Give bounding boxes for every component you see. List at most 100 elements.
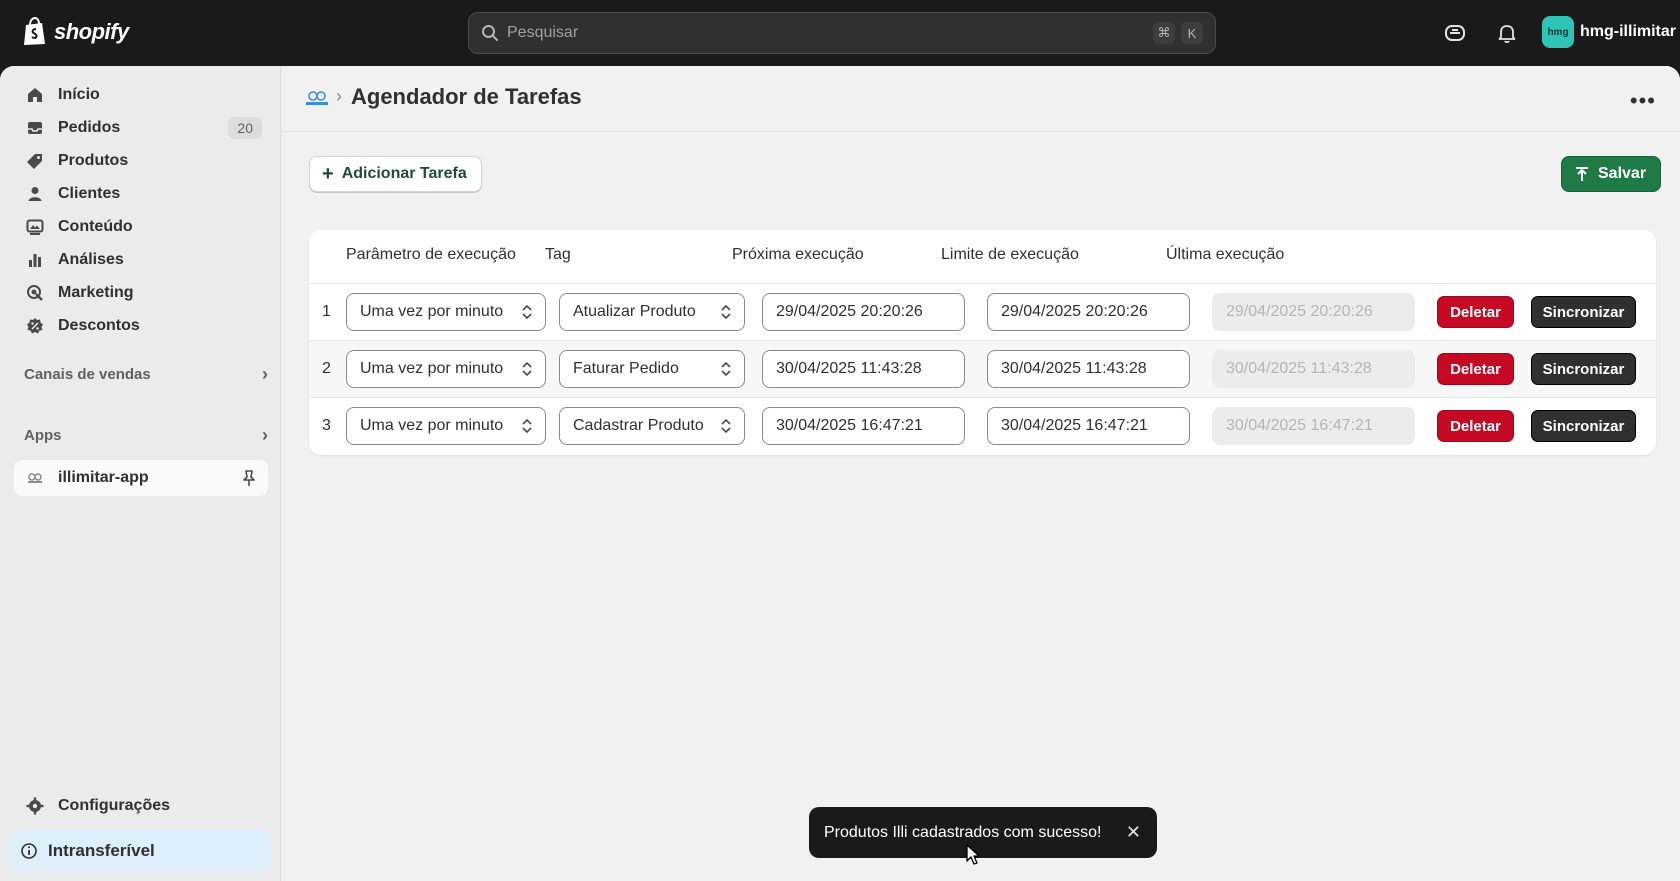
select-arrows-icon	[721, 361, 731, 377]
store-name: hmg-illimitar	[1580, 23, 1677, 40]
sidebar-item-label: Conteúdo	[58, 218, 133, 235]
page-title: Agendador de Tarefas	[351, 84, 582, 109]
tag-select[interactable]: Atualizar Produto	[559, 293, 745, 331]
header-tag: Tag	[545, 246, 571, 263]
bell-icon[interactable]	[1495, 21, 1519, 45]
header-proxima: Próxima execução	[732, 246, 864, 263]
search-input[interactable]	[507, 24, 1147, 42]
apps-label: Apps	[24, 427, 62, 444]
sales-channels-section[interactable]: Canais de vendas ›	[24, 364, 268, 385]
sidebar-item-label: Análises	[58, 251, 124, 268]
info-icon	[21, 843, 37, 859]
toast-message: Produtos Illi cadastrados com sucesso!	[824, 823, 1102, 841]
tag-select[interactable]: Cadastrar Produto	[559, 407, 745, 445]
delete-button[interactable]: Deletar	[1437, 353, 1514, 385]
last-execution-field: 30/04/2025 16:47:21	[1212, 407, 1415, 445]
row-number: 3	[322, 417, 331, 434]
sidebar-item-produtos[interactable]: Produtos	[14, 145, 268, 177]
tag-icon	[27, 154, 42, 169]
home-icon	[28, 88, 42, 102]
intransferivel-label: Intransferível	[48, 841, 155, 860]
sidebar-item-label: Início	[58, 86, 100, 103]
bar-chart-icon	[29, 254, 41, 267]
more-actions-icon[interactable]: •••	[1630, 88, 1656, 114]
illimitar-breadcrumb-icon[interactable]	[304, 88, 330, 108]
param-select[interactable]: Uma vez por minuto	[346, 293, 546, 331]
table-row: 1 Uma vez por minuto Atualizar Produto 2…	[309, 283, 1656, 340]
sidebar-item-inicio[interactable]: Início	[14, 79, 268, 111]
add-task-button[interactable]: + Adicionar Tarefa	[309, 156, 482, 192]
search-bar[interactable]: ⌘ K	[468, 12, 1216, 54]
row-number: 2	[322, 360, 331, 377]
shopify-logo[interactable]: shopify	[22, 17, 129, 47]
limit-execution-field[interactable]: 30/04/2025 11:43:28	[987, 350, 1190, 388]
plus-icon: +	[322, 162, 334, 185]
tag-value: Atualizar Produto	[573, 303, 696, 320]
sidebar-item-conteudo[interactable]: Conteúdo	[14, 211, 268, 243]
header-parametro: Parâmetro de execução	[346, 246, 516, 263]
header-limite: Limite de execução	[941, 246, 1079, 263]
tag-value: Faturar Pedido	[573, 360, 679, 377]
select-arrows-icon	[522, 361, 532, 377]
discount-icon	[27, 318, 43, 334]
sidebar-item-marketing[interactable]: Marketing	[14, 277, 268, 309]
sync-button[interactable]: Sincronizar	[1531, 296, 1636, 328]
success-toast: Produtos Illi cadastrados com sucesso! ✕	[809, 807, 1157, 858]
last-execution-field: 30/04/2025 11:43:28	[1212, 350, 1415, 388]
sidekick-icon[interactable]	[1443, 21, 1467, 45]
next-execution-field[interactable]: 30/04/2025 11:43:28	[762, 350, 965, 388]
select-arrows-icon	[522, 304, 532, 320]
shopify-bag-icon	[24, 17, 45, 45]
close-icon[interactable]: ✕	[1126, 822, 1141, 843]
param-select[interactable]: Uma vez por minuto	[346, 350, 546, 388]
inbox-icon	[28, 122, 42, 134]
sync-button[interactable]: Sincronizar	[1531, 353, 1636, 385]
limit-execution-field[interactable]: 30/04/2025 16:47:21	[987, 407, 1190, 445]
tasks-table: Parâmetro de execução Tag Próxima execuç…	[309, 230, 1656, 455]
delete-button[interactable]: Deletar	[1437, 296, 1514, 328]
main-content: › Agendador de Tarefas ••• + Adicionar T…	[282, 66, 1680, 881]
person-icon	[28, 187, 42, 201]
top-bar: shopify ⌘ K hmg hmg-illimitar	[0, 0, 1680, 66]
save-button[interactable]: Salvar	[1561, 156, 1662, 192]
logo-text: shopify	[54, 19, 129, 44]
sidebar-item-pedidos[interactable]: Pedidos 20	[14, 112, 268, 144]
app-name: illimitar-app	[58, 469, 149, 486]
app-shell: Início Pedidos 20 Produtos Clientes Cont…	[0, 66, 1680, 881]
delete-button[interactable]: Deletar	[1437, 410, 1514, 442]
tag-select[interactable]: Faturar Pedido	[559, 350, 745, 388]
select-arrows-icon	[721, 304, 731, 320]
illimitar-app-icon	[28, 473, 42, 483]
sidebar-item-analises[interactable]: Análises	[14, 244, 268, 276]
breadcrumb-chevron-icon: ›	[336, 86, 342, 106]
select-arrows-icon	[721, 418, 731, 434]
sidebar-item-illimitar-app[interactable]: illimitar-app	[14, 460, 268, 496]
param-value: Uma vez por minuto	[360, 303, 504, 320]
search-icon	[482, 25, 498, 41]
save-label: Salvar	[1598, 165, 1647, 182]
apps-section[interactable]: Apps ›	[24, 425, 268, 446]
sidebar-item-label: Descontos	[58, 317, 140, 334]
save-icon	[1576, 167, 1588, 181]
sidebar-item-label: Clientes	[58, 185, 121, 202]
sync-button[interactable]: Sincronizar	[1531, 410, 1636, 442]
shortcut-k-key: K	[1181, 22, 1203, 44]
intransferivel-banner[interactable]: Intransferível	[10, 830, 271, 872]
limit-execution-field[interactable]: 29/04/2025 20:20:26	[987, 293, 1190, 331]
chevron-right-icon: ›	[262, 364, 268, 384]
sidebar-item-configuracoes[interactable]: Configurações	[14, 790, 268, 822]
shortcut-cmd-key: ⌘	[1153, 22, 1175, 44]
tag-value: Cadastrar Produto	[573, 417, 704, 434]
add-task-label: Adicionar Tarefa	[341, 165, 467, 182]
sidebar-item-label: Produtos	[58, 152, 129, 169]
table-row: 2 Uma vez por minuto Faturar Pedido 30/0…	[309, 340, 1656, 397]
sidebar-item-descontos[interactable]: Descontos	[14, 310, 268, 342]
param-select[interactable]: Uma vez por minuto	[346, 407, 546, 445]
next-execution-field[interactable]: 29/04/2025 20:20:26	[762, 293, 965, 331]
store-menu[interactable]: hmg hmg-illimitar	[1542, 16, 1676, 48]
page-header: › Agendador de Tarefas •••	[282, 66, 1680, 132]
pin-icon[interactable]	[240, 469, 258, 487]
next-execution-field[interactable]: 30/04/2025 16:47:21	[762, 407, 965, 445]
sidebar-item-clientes[interactable]: Clientes	[14, 178, 268, 210]
param-value: Uma vez por minuto	[360, 417, 504, 434]
